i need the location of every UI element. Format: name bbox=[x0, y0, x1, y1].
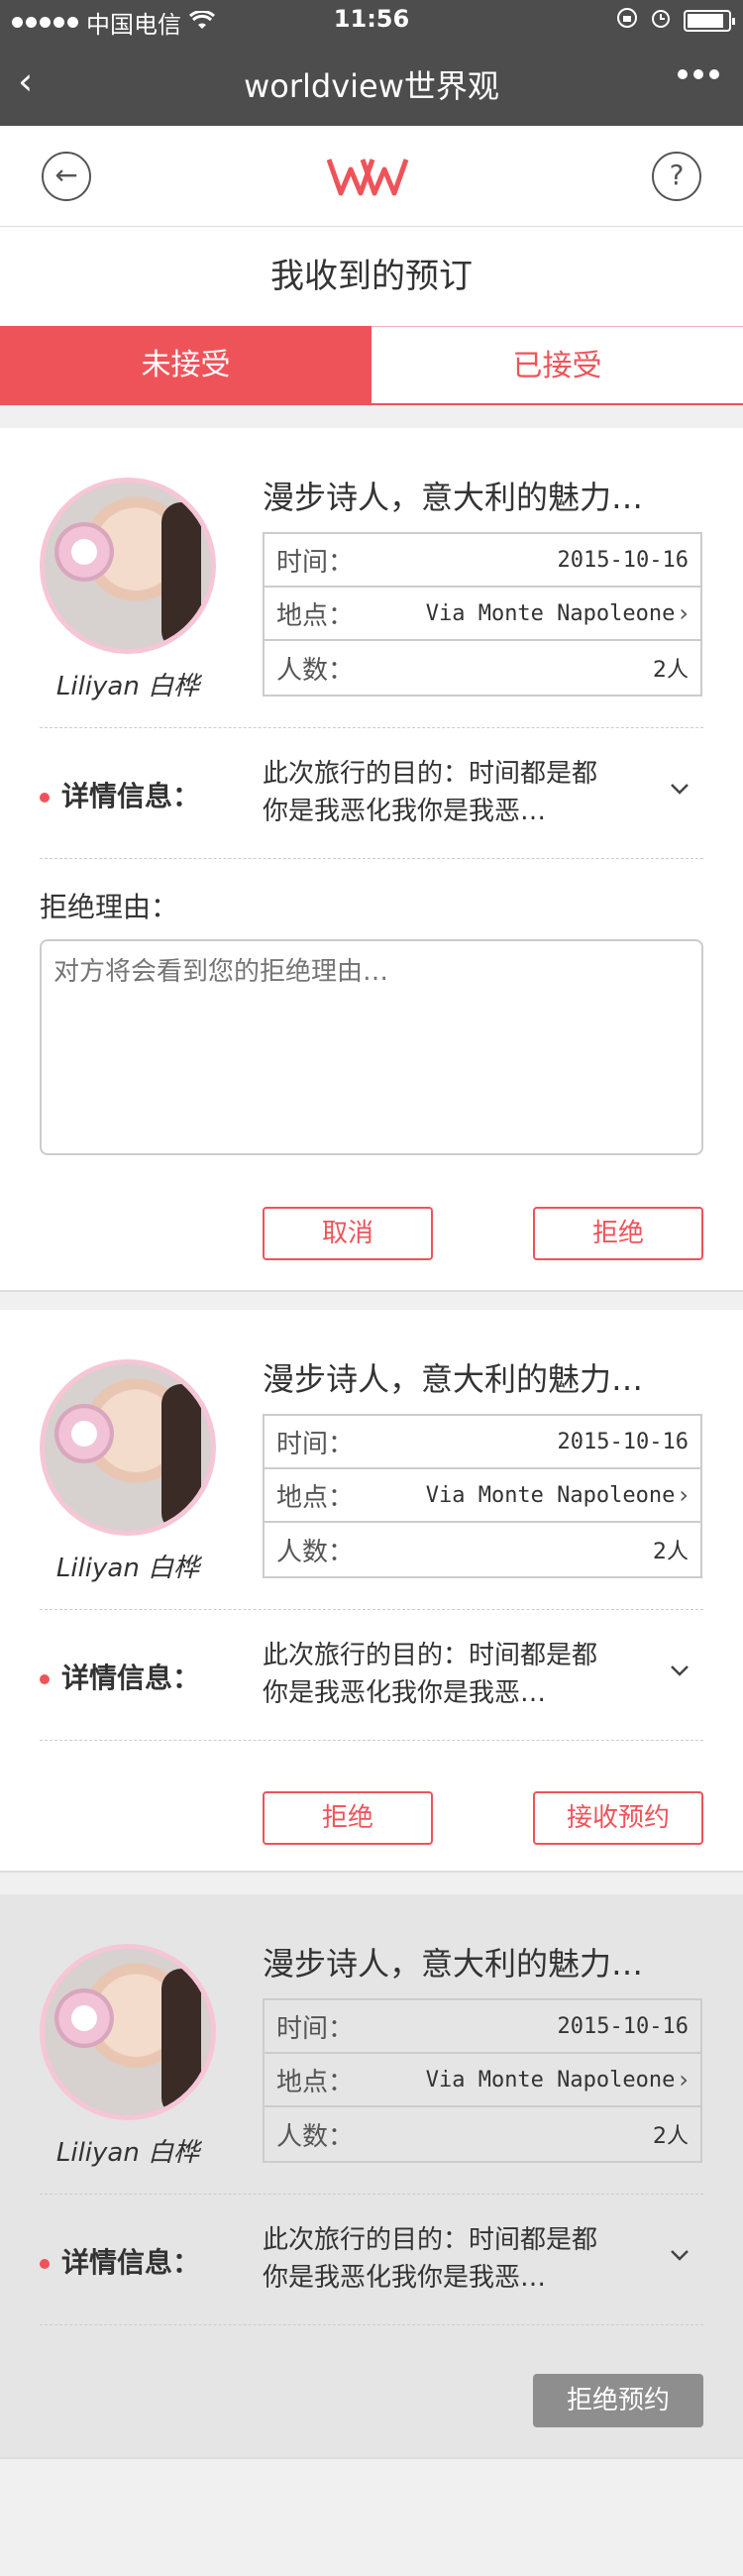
place-value: Via Monte Napoleone bbox=[425, 2067, 676, 2093]
cancel-button[interactable]: 取消 bbox=[263, 1207, 433, 1260]
trip-title[interactable]: 漫步诗人，意大利的魅力… bbox=[263, 473, 643, 518]
reject-booking-button[interactable]: 拒绝预约 bbox=[533, 2374, 703, 2427]
back-circle-icon[interactable]: ← bbox=[42, 152, 91, 201]
people-label: 人数： bbox=[276, 1537, 355, 1567]
avatar[interactable] bbox=[40, 1359, 216, 1536]
status-bar: 中国电信 11:56 bbox=[0, 0, 743, 40]
place-row[interactable]: 地点： Via Monte Napoleone › bbox=[265, 1469, 700, 1523]
detail-line: 此次旅行的目的：时间都是都 bbox=[263, 759, 598, 789]
tab-bar: 未接受 已接受 bbox=[0, 326, 743, 405]
place-row[interactable]: 地点： Via Monte Napoleone › bbox=[265, 588, 700, 641]
people-value: 2人 bbox=[653, 2124, 689, 2149]
avatar[interactable] bbox=[40, 1944, 216, 2120]
status-right bbox=[616, 7, 735, 35]
bullet-dot-icon bbox=[40, 1674, 50, 1684]
detail-label-text: 详情信息： bbox=[61, 780, 201, 812]
place-label: 地点： bbox=[276, 1482, 355, 1513]
chevron-right-icon: › bbox=[679, 599, 689, 627]
info-table: 时间： 2015-10-16 地点： Via Monte Napoleone ›… bbox=[263, 532, 702, 697]
people-label: 人数： bbox=[276, 655, 355, 686]
people-value: 2人 bbox=[653, 1540, 689, 1564]
place-row[interactable]: 地点： Via Monte Napoleone › bbox=[265, 2054, 700, 2107]
nav-title: worldview世界观 bbox=[244, 67, 499, 105]
worldview-logo bbox=[327, 159, 409, 196]
time-value: 2015-10-16 bbox=[557, 1429, 689, 1454]
detail-label: 详情信息： bbox=[40, 2241, 200, 2281]
people-row: 人数： 2人 bbox=[265, 1523, 700, 1576]
detail-line: 你是我恶化我你是我恶… bbox=[263, 1678, 547, 1708]
page-title: 我收到的预订 bbox=[0, 227, 743, 326]
detail-text[interactable]: 此次旅行的目的：时间都是都 你是我恶化我你是我恶… bbox=[263, 755, 639, 830]
reason-label: 拒绝理由： bbox=[40, 891, 179, 923]
divider bbox=[40, 727, 703, 728]
booking-card: Liliyan 白桦 漫步诗人，意大利的魅力… 时间： 2015-10-16 地… bbox=[0, 428, 743, 1292]
booking-card: Liliyan 白桦 漫步诗人，意大利的魅力… 时间： 2015-10-16 地… bbox=[0, 1894, 743, 2459]
author-name: Liliyan 白桦 bbox=[55, 672, 200, 701]
time-label: 时间： bbox=[276, 1429, 355, 1459]
avatar[interactable] bbox=[40, 478, 216, 654]
detail-line: 此次旅行的目的：时间都是都 bbox=[263, 2225, 598, 2255]
trip-title[interactable]: 漫步诗人，意大利的魅力… bbox=[263, 1939, 643, 1985]
chevron-down-icon[interactable] bbox=[670, 1659, 690, 1683]
detail-text[interactable]: 此次旅行的目的：时间都是都 你是我恶化我你是我恶… bbox=[263, 1637, 639, 1712]
nav-bar: ‹ worldview世界观 bbox=[0, 40, 743, 126]
author-name: Liliyan 白桦 bbox=[55, 1554, 200, 1583]
detail-line: 你是我恶化我你是我恶… bbox=[263, 2263, 547, 2293]
info-table: 时间： 2015-10-16 地点： Via Monte Napoleone ›… bbox=[263, 1414, 702, 1578]
reject-button[interactable]: 拒绝 bbox=[533, 1207, 703, 1260]
chevron-down-icon[interactable] bbox=[670, 777, 690, 802]
people-row: 人数： 2人 bbox=[265, 641, 700, 695]
place-label: 地点： bbox=[276, 600, 355, 631]
detail-label: 详情信息： bbox=[40, 1657, 200, 1696]
detail-label-text: 详情信息： bbox=[61, 1662, 201, 1694]
place-value: Via Monte Napoleone bbox=[425, 1482, 676, 1508]
accept-booking-button[interactable]: 接收预约 bbox=[533, 1791, 703, 1845]
trip-title[interactable]: 漫步诗人，意大利的魅力… bbox=[263, 1354, 643, 1400]
divider bbox=[40, 2194, 703, 2195]
time-row: 时间： 2015-10-16 bbox=[265, 534, 700, 588]
detail-label-text: 详情信息： bbox=[61, 2246, 201, 2279]
time-row: 时间： 2015-10-16 bbox=[265, 2000, 700, 2054]
detail-line: 此次旅行的目的：时间都是都 bbox=[263, 1641, 598, 1670]
divider bbox=[40, 1740, 703, 1741]
chevron-right-icon: › bbox=[679, 1481, 689, 1509]
bullet-dot-icon bbox=[40, 2259, 50, 2269]
time-label: 时间： bbox=[276, 547, 355, 578]
divider bbox=[40, 1609, 703, 1610]
time-value: 2015-10-16 bbox=[557, 2013, 689, 2039]
alarm-icon bbox=[650, 7, 672, 35]
divider bbox=[40, 2324, 703, 2325]
help-icon[interactable]: ? bbox=[652, 152, 701, 201]
tab-accepted[interactable]: 已接受 bbox=[372, 326, 743, 403]
people-row: 人数： 2人 bbox=[265, 2107, 700, 2161]
place-value: Via Monte Napoleone bbox=[425, 600, 676, 626]
author-name: Liliyan 白桦 bbox=[55, 2138, 200, 2168]
app-header: ← ? bbox=[0, 126, 743, 227]
more-icon[interactable] bbox=[678, 69, 719, 79]
time-row: 时间： 2015-10-16 bbox=[265, 1416, 700, 1469]
booking-card: Liliyan 白桦 漫步诗人，意大利的魅力… 时间： 2015-10-16 地… bbox=[0, 1310, 743, 1873]
time-label: 时间： bbox=[276, 2013, 355, 2044]
divider bbox=[40, 858, 703, 859]
tab-unaccepted[interactable]: 未接受 bbox=[0, 326, 372, 403]
reject-button[interactable]: 拒绝 bbox=[263, 1791, 433, 1845]
people-value: 2人 bbox=[653, 658, 689, 683]
chevron-right-icon: › bbox=[679, 2066, 689, 2093]
people-label: 人数： bbox=[276, 2121, 355, 2152]
battery-icon bbox=[684, 10, 735, 32]
chevron-down-icon[interactable] bbox=[670, 2243, 690, 2268]
bullet-dot-icon bbox=[40, 793, 50, 803]
reason-input[interactable] bbox=[40, 939, 703, 1155]
time-value: 2015-10-16 bbox=[557, 547, 689, 573]
detail-text[interactable]: 此次旅行的目的：时间都是都 你是我恶化我你是我恶… bbox=[263, 2221, 639, 2297]
detail-label: 详情信息： bbox=[40, 775, 200, 814]
info-table: 时间： 2015-10-16 地点： Via Monte Napoleone ›… bbox=[263, 1998, 702, 2163]
place-label: 地点： bbox=[276, 2067, 355, 2097]
detail-line: 你是我恶化我你是我恶… bbox=[263, 797, 547, 826]
rotation-lock-icon bbox=[616, 7, 638, 35]
